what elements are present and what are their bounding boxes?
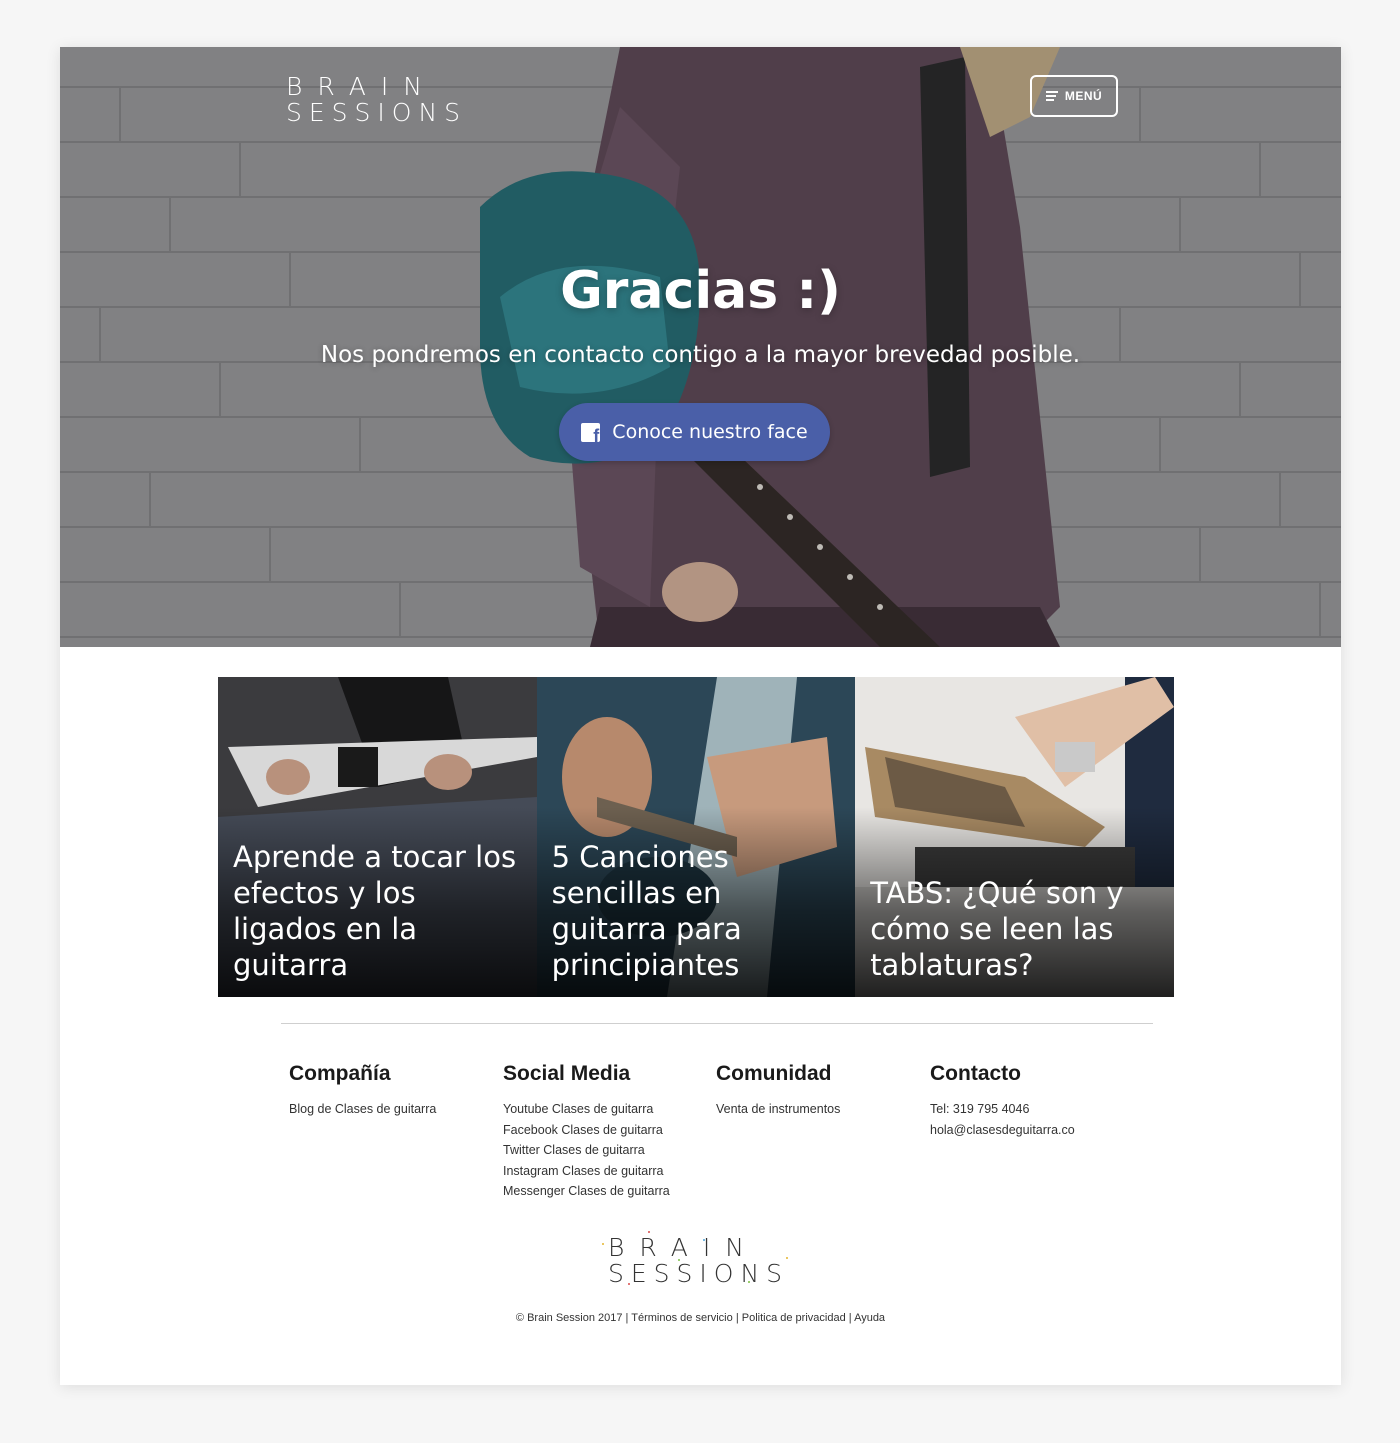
footer-link-facebook[interactable]: Facebook Clases de guitarra <box>503 1120 670 1141</box>
footer-divider <box>281 1023 1153 1024</box>
logo-line-2: SESSIONS <box>286 98 468 127</box>
article-card[interactable]: 5 Canciones sencillas en guitarra para p… <box>536 677 856 997</box>
hero-title: Gracias :) <box>560 261 841 321</box>
footer-column-social: Social Media Youtube Clases de guitarra … <box>503 1062 670 1202</box>
copyright-text: © Brain Session 2017 <box>515 1312 623 1324</box>
article-title: 5 Canciones sencillas en guitarra para p… <box>551 840 742 982</box>
footer-email[interactable]: hola@clasesdeguitarra.co <box>930 1120 1075 1141</box>
facebook-icon: f <box>581 422 601 442</box>
logo-line-1: BRAIN <box>286 72 437 101</box>
footer-link-youtube[interactable]: Youtube Clases de guitarra <box>503 1099 670 1120</box>
hamburger-icon <box>1045 89 1058 103</box>
page-card: BRAIN SESSIONS MENÚ Gracias :) Nos pondr… <box>60 47 1341 1385</box>
menu-label: MENÚ <box>1064 89 1103 103</box>
footer-heading: Compañía <box>289 1062 391 1085</box>
facebook-cta-button[interactable]: f Conoce nuestro face <box>559 403 830 461</box>
article-title: Aprende a tocar los efectos y los ligado… <box>233 840 517 982</box>
footer-heading: Contacto <box>930 1062 1021 1085</box>
footer-link-instagram[interactable]: Instagram Clases de guitarra <box>503 1161 670 1182</box>
terms-link[interactable]: Términos de servicio <box>631 1312 732 1324</box>
footer-heading: Social Media <box>503 1062 631 1085</box>
article-title: TABS: ¿Qué son y cómo se leen las tablat… <box>870 876 1124 982</box>
article-card[interactable]: Aprende a tocar los efectos y los ligado… <box>218 677 537 997</box>
brand-logo[interactable]: BRAIN SESSIONS <box>286 74 467 125</box>
privacy-link[interactable]: Politica de privacidad <box>742 1312 846 1324</box>
copyright-bar: © Brain Session 2017 | Términos de servi… <box>515 1312 886 1324</box>
footer-link-twitter[interactable]: Twitter Clases de guitarra <box>503 1140 670 1161</box>
footer-phone[interactable]: Tel: 319 795 4046 <box>930 1099 1075 1120</box>
footer-link[interactable]: Blog de Clases de guitarra <box>289 1099 436 1120</box>
footer-link-messenger[interactable]: Messenger Clases de guitarra <box>503 1181 670 1202</box>
footer-column-community: Comunidad Venta de instrumentos <box>716 1062 840 1120</box>
menu-button[interactable]: MENÚ <box>1030 75 1118 117</box>
footer-heading: Comunidad <box>716 1062 832 1085</box>
facebook-cta-label: Conoce nuestro face <box>612 421 808 443</box>
hero-subtitle: Nos pondremos en contacto contigo a la m… <box>320 342 1081 368</box>
footer-logo: BRAIN SESSIONS <box>602 1231 790 1288</box>
footer-column-contact: Contacto Tel: 319 795 4046 hola@clasesde… <box>930 1062 1075 1140</box>
help-link[interactable]: Ayuda <box>854 1312 885 1324</box>
article-cards: Aprende a tocar los efectos y los ligado… <box>218 677 1174 997</box>
footer-column-company: Compañía Blog de Clases de guitarra <box>289 1062 436 1120</box>
hero-section: BRAIN SESSIONS MENÚ Gracias :) Nos pondr… <box>60 47 1341 647</box>
footer-logo-line-2: SESSIONS <box>608 1259 790 1288</box>
article-card[interactable]: TABS: ¿Qué son y cómo se leen las tablat… <box>855 677 1174 997</box>
footer-link[interactable]: Venta de instrumentos <box>716 1099 840 1120</box>
footer-logo-line-1: BRAIN <box>608 1233 759 1262</box>
